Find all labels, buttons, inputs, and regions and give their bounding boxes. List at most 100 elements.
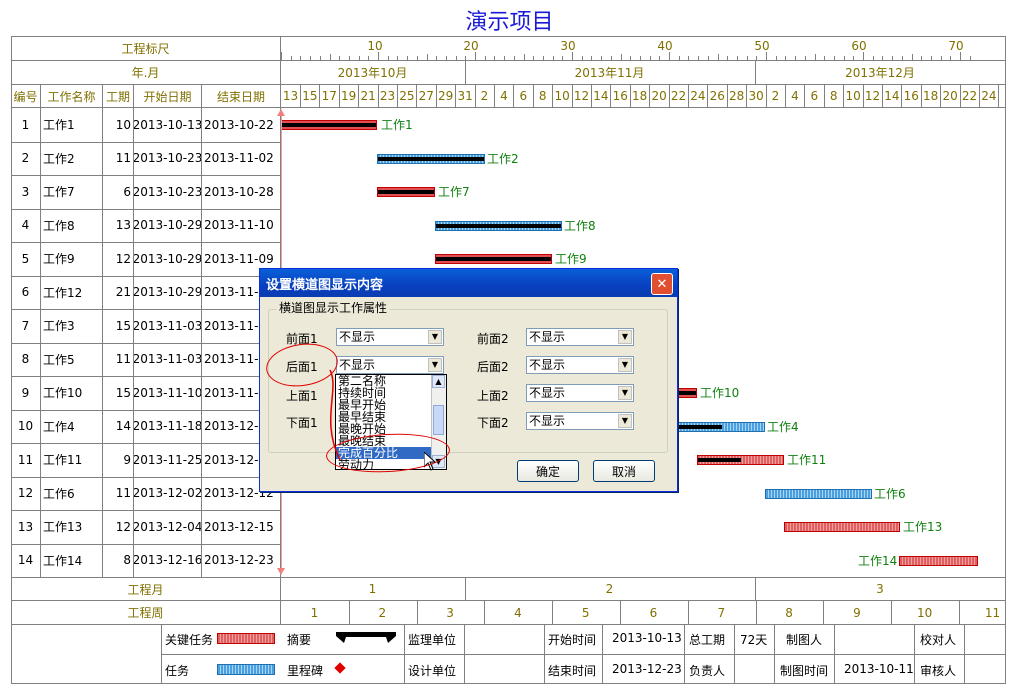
reviewer-label: 审核人 (920, 664, 957, 678)
gantt-bar[interactable] (676, 421, 765, 432)
day-cell: 21 (360, 89, 376, 103)
today-marker-bottom (277, 568, 285, 575)
task-start: 2013-12-16 (134, 553, 201, 568)
gantt-bar[interactable] (784, 522, 900, 532)
back2-label: 后面2 (477, 360, 509, 374)
gantt-bar[interactable] (676, 388, 697, 398)
scale-minor-tick (921, 56, 923, 60)
day-cell: 24 (981, 89, 997, 103)
task-end: 2013-11-02 (204, 151, 274, 166)
scale-minor-tick (445, 56, 447, 60)
task-id: 6 (21, 285, 30, 300)
chevron-down-icon[interactable]: ▼ (428, 358, 442, 372)
scale-minor-tick (659, 56, 661, 60)
footer-week-divider (755, 600, 757, 624)
gantt-bar-label: 工作14 (858, 553, 898, 568)
front2-label: 前面2 (477, 332, 509, 346)
task-start: 2013-10-23 (134, 184, 201, 199)
gantt-bar[interactable] (435, 220, 562, 231)
footer-month-divider (465, 577, 466, 600)
task-name: 工作14 (43, 553, 83, 568)
scale-minor-tick (407, 56, 409, 60)
task-name: 工作7 (43, 185, 75, 200)
day-cell: 2 (771, 89, 780, 103)
scale-minor-tick (339, 56, 341, 60)
chevron-down-icon[interactable]: ▼ (618, 330, 632, 344)
footer-week-cell: 8 (785, 605, 793, 620)
progress-fill (378, 156, 484, 161)
col-end-header: 结束日期 (216, 89, 265, 104)
row-divider (11, 342, 281, 344)
gantt-bar[interactable] (697, 455, 784, 465)
checker-label: 校对人 (920, 633, 957, 647)
gantt-bar-label: 工作6 (874, 486, 906, 501)
month-cell: 2013年11月 (574, 66, 645, 80)
back2-select[interactable]: 不显示 ▼ (526, 356, 634, 374)
scale-minor-tick (882, 56, 884, 60)
day-cell: 13 (282, 89, 299, 103)
scale-minor-tick (329, 54, 331, 60)
task-id: 12 (17, 486, 34, 501)
gantt-bar-label: 工作1 (381, 118, 413, 132)
front1-select[interactable]: 不显示 ▼ (336, 328, 444, 346)
close-icon[interactable]: ✕ (651, 273, 673, 295)
scale-minor-tick (795, 56, 797, 60)
top2-select[interactable]: 不显示 ▼ (526, 384, 634, 402)
gantt-bar[interactable] (899, 555, 978, 566)
dialog-title-bar[interactable]: 设置横道图显示内容 (260, 269, 677, 297)
scale-minor-tick (678, 56, 680, 60)
task-name: 工作2 (43, 151, 75, 166)
scale-label: 工程标尺 (121, 42, 170, 56)
scale-minor-tick (397, 56, 399, 60)
row-divider (11, 141, 281, 143)
scale-minor-tick (591, 56, 593, 60)
scale-minor-tick (911, 54, 913, 60)
gantt-bar[interactable] (765, 488, 872, 499)
gantt-bar[interactable] (377, 187, 435, 197)
day-cell: 10 (845, 89, 861, 103)
bottom2-select[interactable]: 不显示 ▼ (526, 412, 634, 430)
scale-minor-tick (484, 56, 486, 60)
scale-minor-tick (872, 56, 874, 60)
scale-minor-tick (494, 56, 496, 60)
footer-week-cell: 9 (853, 605, 861, 620)
footer-week-divider (959, 600, 960, 624)
progress-fill (378, 190, 434, 194)
chevron-down-icon[interactable]: ▼ (428, 330, 442, 344)
day-cell: 10 (554, 89, 570, 103)
chevron-down-icon[interactable]: ▼ (618, 358, 632, 372)
task-name: 工作11 (43, 453, 83, 468)
day-cell: 14 (884, 89, 900, 103)
gantt-bar[interactable] (377, 153, 485, 164)
front2-select[interactable]: 不显示 ▼ (526, 328, 634, 346)
row-divider (11, 376, 281, 377)
ok-button[interactable]: 确定 (517, 460, 579, 482)
scroll-up-icon[interactable]: ▲ (432, 375, 445, 388)
task-start: 2013-10-29 (134, 285, 201, 300)
gantt-bar[interactable] (435, 254, 552, 264)
footer-month-cell: 1 (368, 582, 377, 596)
scale-minor-tick (639, 56, 641, 60)
progress-fill (677, 391, 696, 395)
day-cell: 12 (864, 89, 881, 103)
task-name: 工作3 (43, 319, 75, 334)
scale-minor-tick (863, 52, 864, 60)
day-cell: 29 (438, 89, 454, 103)
task-name: 工作4 (43, 419, 75, 434)
cancel-button[interactable]: 取消 (593, 460, 655, 482)
top2-label: 上面2 (477, 389, 509, 403)
day-cell: 19 (341, 89, 357, 103)
row-divider (11, 409, 281, 411)
gantt-bar-label: 工作8 (564, 218, 596, 233)
footer-week-divider (484, 600, 486, 624)
scroll-thumb[interactable] (433, 405, 444, 435)
dialog-title: 设置横道图显示内容 (266, 277, 384, 293)
gantt-bar[interactable] (281, 120, 377, 130)
chevron-down-icon[interactable]: ▼ (618, 386, 632, 400)
chevron-down-icon[interactable]: ▼ (618, 414, 632, 428)
footer-week-cell: 6 (649, 605, 658, 620)
scale-minor-tick (533, 56, 535, 60)
day-cell: 12 (573, 89, 590, 103)
day-cell: 22 (670, 89, 687, 103)
start-time-label: 开始时间 (548, 633, 597, 647)
